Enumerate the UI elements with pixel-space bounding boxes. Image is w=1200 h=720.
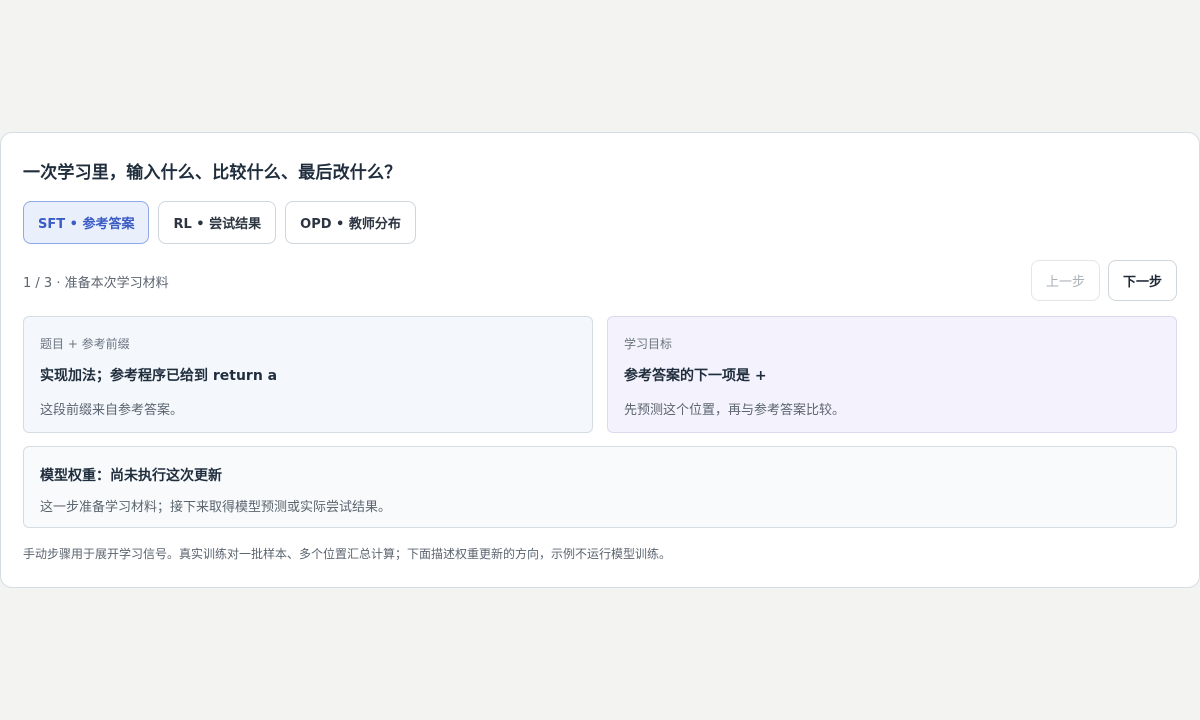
weights-panel-description: 这一步准备学习材料；接下来取得模型预测或实际尝试结果。: [40, 500, 392, 515]
target-panel: 学习目标 参考答案的下一项是 + 先预测这个位置，再与参考答案比较。: [607, 316, 1177, 433]
input-panel-description: 这段前缀来自参考答案。: [40, 403, 184, 418]
prev-step-button[interactable]: 上一步: [1030, 260, 1100, 301]
input-panel-label: 题目 + 参考前缀: [40, 337, 130, 351]
footnote: 手动步骤用于展开学习信号。真实训练对一批样本、多个位置汇总计算；下面描述权重更新…: [23, 547, 672, 561]
weights-panel: 模型权重：尚未执行这次更新 这一步准备学习材料；接下来取得模型预测或实际尝试结果…: [23, 446, 1177, 528]
page-title: 一次学习里，输入什么、比较什么、最后改什么？: [23, 163, 402, 183]
step-navigation: 上一步 下一步: [1030, 260, 1177, 301]
target-panel-label: 学习目标: [624, 337, 673, 351]
mode-tabs: SFT • 参考答案 RL • 尝试结果 OPD • 教师分布: [23, 201, 416, 244]
tab-opd[interactable]: OPD • 教师分布: [285, 201, 416, 244]
target-panel-description: 先预测这个位置，再与参考答案比较。: [624, 403, 846, 418]
weights-panel-heading: 模型权重：尚未执行这次更新: [40, 468, 222, 484]
next-step-button[interactable]: 下一步: [1107, 260, 1177, 301]
input-panel: 题目 + 参考前缀 实现加法；参考程序已给到 return a 这段前缀来自参考…: [23, 316, 593, 433]
input-panel-heading: 实现加法；参考程序已给到 return a: [40, 368, 278, 384]
tab-sft[interactable]: SFT • 参考答案: [23, 201, 150, 244]
tab-rl[interactable]: RL • 尝试结果: [158, 201, 277, 244]
target-panel-heading: 参考答案的下一项是 +: [624, 368, 767, 384]
step-progress: 1 / 3 · 准备本次学习材料: [23, 276, 169, 291]
